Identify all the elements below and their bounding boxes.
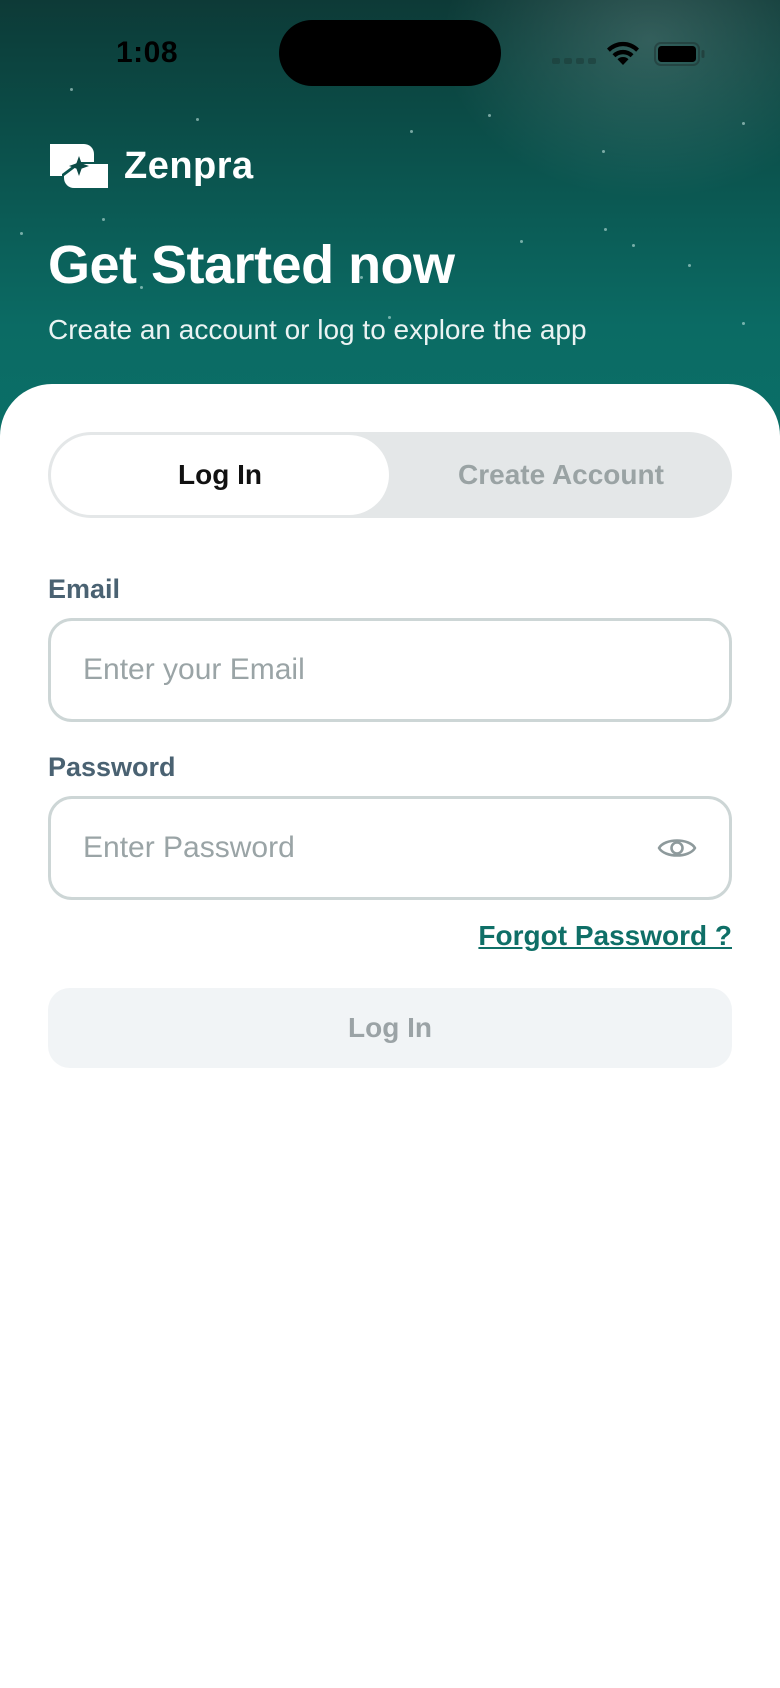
star-decoration	[742, 322, 745, 325]
star-decoration	[604, 228, 607, 231]
password-input[interactable]	[83, 831, 657, 865]
password-field[interactable]	[48, 796, 732, 900]
email-label: Email	[48, 574, 121, 604]
eye-icon[interactable]	[657, 834, 697, 862]
tab-log-in[interactable]: Log In	[51, 435, 389, 515]
auth-tab-switcher: Log In Create Account	[48, 432, 732, 518]
password-label: Password	[48, 752, 176, 782]
star-decoration	[488, 114, 491, 117]
battery-icon	[654, 42, 705, 66]
log-in-button[interactable]: Log In	[48, 988, 732, 1068]
brand-logo: Zenpra	[48, 142, 254, 190]
star-decoration	[102, 218, 105, 221]
auth-card: Log In Create Account Email Password For…	[0, 384, 780, 1688]
page-title: Get Started now	[48, 235, 455, 295]
dynamic-island	[279, 20, 501, 86]
zenpra-logo-icon	[50, 144, 108, 188]
star-decoration	[520, 240, 523, 243]
star-decoration	[602, 150, 605, 153]
email-input[interactable]	[83, 653, 697, 687]
screen: 1:08 Zenpra Get Started now Create an ac…	[0, 0, 780, 1688]
star-decoration	[688, 264, 691, 267]
wifi-icon	[607, 41, 639, 65]
status-time: 1:08	[116, 36, 179, 69]
status-bar: 1:08	[0, 0, 780, 110]
tab-create-account[interactable]: Create Account	[390, 432, 732, 518]
page-subtitle: Create an account or log to explore the …	[48, 314, 587, 345]
brand-name: Zenpra	[124, 144, 254, 187]
star-decoration	[196, 118, 199, 121]
forgot-password-link[interactable]: Forgot Password ?	[478, 920, 732, 952]
star-decoration	[742, 122, 745, 125]
star-decoration	[632, 244, 635, 247]
email-field[interactable]	[48, 618, 732, 722]
star-decoration	[410, 130, 413, 133]
star-decoration	[20, 232, 23, 235]
cellular-signal-icon	[552, 58, 596, 64]
